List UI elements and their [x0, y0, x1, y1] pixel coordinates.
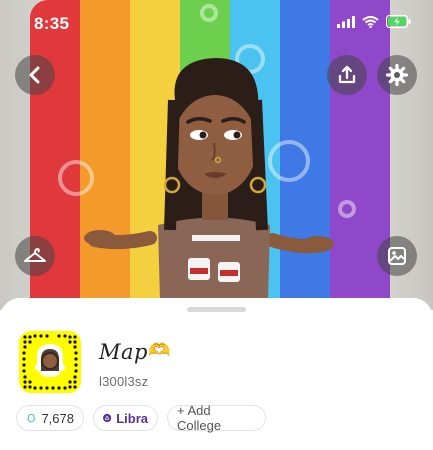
change-outfit-button[interactable] — [15, 236, 55, 276]
libra-icon — [103, 413, 112, 423]
snap-score-chip[interactable]: 7,678 — [16, 405, 84, 431]
snap-score-value: 7,678 — [41, 410, 74, 426]
signal-icon — [337, 15, 355, 28]
display-name: Map — [99, 340, 148, 364]
back-button[interactable] — [15, 55, 55, 95]
snap-score-icon — [27, 413, 36, 422]
wifi-icon — [362, 15, 379, 28]
status-bar: 8:35 — [0, 0, 433, 44]
zodiac-chip[interactable]: Libra — [93, 405, 158, 431]
share-button[interactable] — [327, 55, 367, 95]
chevron-left-icon — [29, 66, 40, 84]
sheet-grabber[interactable] — [187, 307, 246, 312]
heart-hands-emoji: 🫶 — [148, 340, 171, 360]
settings-button[interactable] — [377, 55, 417, 95]
add-college-chip[interactable]: + Add College — [167, 403, 266, 433]
add-college-label: + Add College — [177, 403, 222, 433]
profile-sheet: Map 🫶 l300l3sz 7,678 Libra + Add College — [0, 298, 433, 450]
profile-hero — [0, 0, 433, 310]
snapcode-icon — [22, 334, 78, 390]
change-background-button[interactable] — [377, 236, 417, 276]
status-time: 8:35 — [34, 14, 70, 33]
snapcode[interactable] — [19, 331, 81, 393]
share-icon — [338, 65, 356, 84]
image-icon — [388, 247, 406, 265]
status-icons — [337, 15, 411, 28]
hanger-icon — [24, 247, 46, 262]
username: l300l3sz — [99, 374, 149, 389]
zodiac-label: Libra — [116, 410, 148, 426]
bitmoji-avatar — [84, 58, 334, 300]
gear-icon — [386, 64, 408, 86]
battery-charging-icon — [386, 15, 411, 28]
